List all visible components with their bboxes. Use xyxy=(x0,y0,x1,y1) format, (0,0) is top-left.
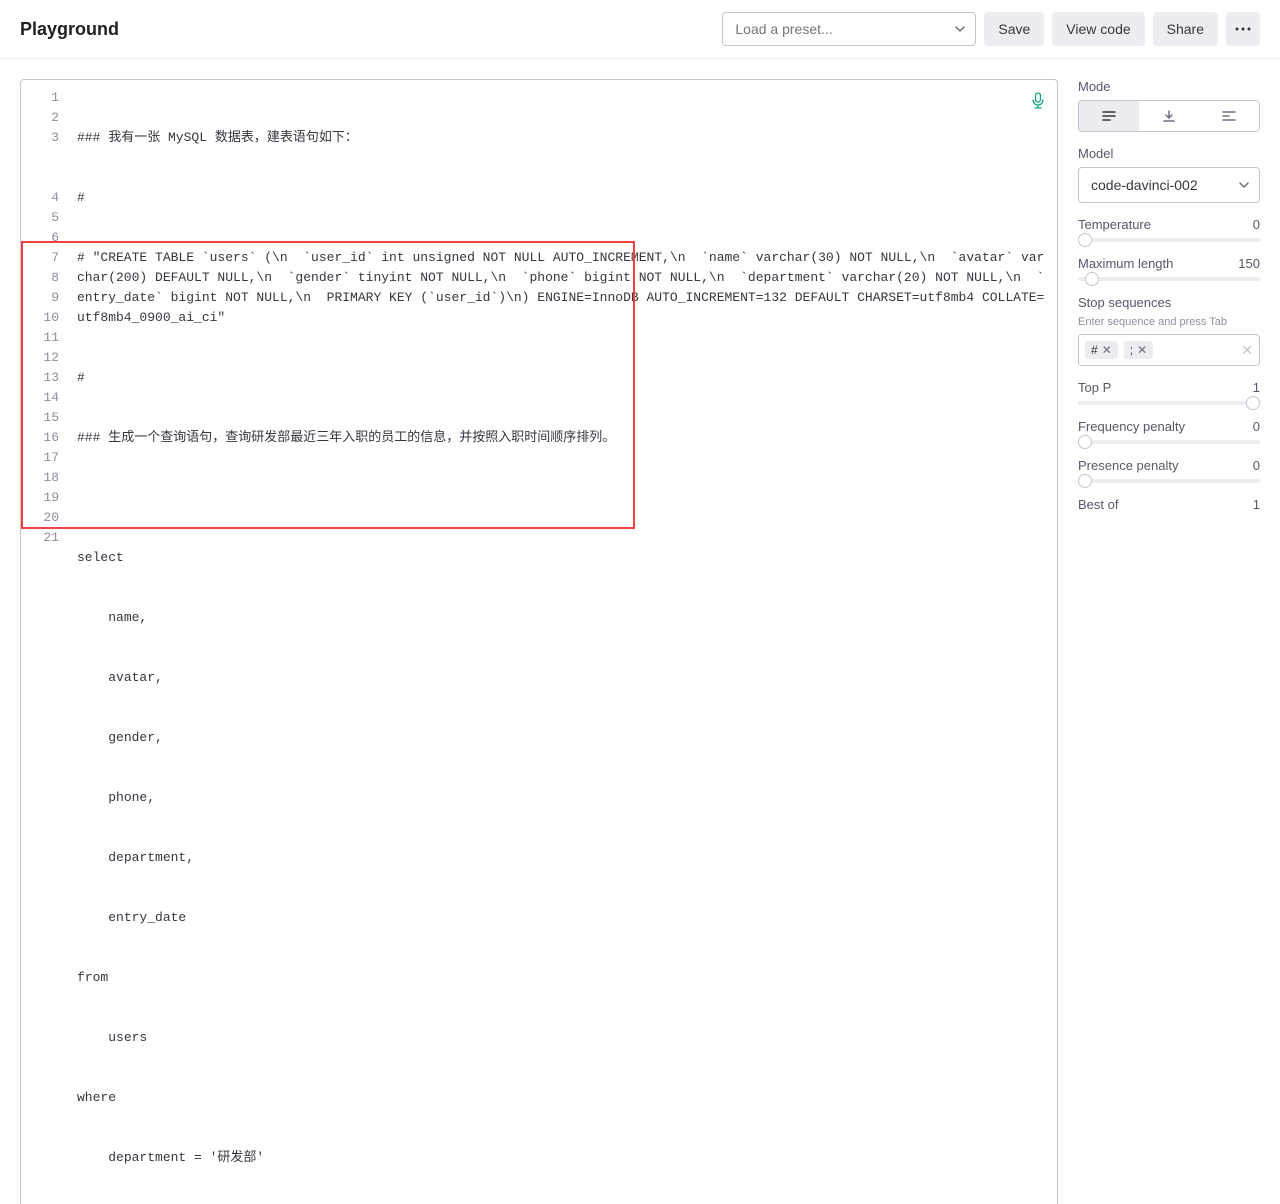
freq-penalty-slider[interactable] xyxy=(1078,440,1260,444)
line-gutter: 1 2 3 4 5 6 7 8 9 10 11 12 13 14 15 16 1 xyxy=(21,80,69,1204)
best-of-value: 1 xyxy=(1253,497,1260,512)
code-line: name, xyxy=(77,608,1049,628)
code-line: where xyxy=(77,1088,1049,1108)
model-label: Model xyxy=(1078,146,1113,161)
sidebar: Mode Model code-davinci-002 Temperature … xyxy=(1078,79,1260,1204)
stop-chip: #✕ xyxy=(1085,341,1118,359)
complete-mode-icon xyxy=(1102,110,1116,122)
code-line: ### 我有一张 MySQL 数据表，建表语句如下： xyxy=(77,128,1049,148)
main: 1 2 3 4 5 6 7 8 9 10 11 12 13 14 15 16 1 xyxy=(0,59,1280,1204)
clear-all-icon[interactable]: ✕ xyxy=(1241,342,1253,359)
code-line: # "CREATE TABLE `users` (\n `user_id` in… xyxy=(77,248,1049,328)
remove-chip-icon[interactable]: ✕ xyxy=(1137,343,1147,357)
code-line xyxy=(77,488,1049,508)
presence-penalty-value: 0 xyxy=(1253,458,1260,473)
model-value[interactable]: code-davinci-002 xyxy=(1078,167,1260,203)
code-line: gender, xyxy=(77,728,1049,748)
code-line: department = '研发部' xyxy=(77,1148,1049,1168)
best-of-label: Best of xyxy=(1078,497,1118,512)
temperature-slider[interactable] xyxy=(1078,238,1260,242)
mode-label: Mode xyxy=(1078,79,1111,94)
top-p-label: Top P xyxy=(1078,380,1111,395)
model-select[interactable]: code-davinci-002 xyxy=(1078,167,1260,203)
top-p-value: 1 xyxy=(1253,380,1260,395)
code-line: select xyxy=(77,548,1049,568)
dots-horizontal-icon xyxy=(1235,27,1251,31)
microphone-icon[interactable] xyxy=(1031,92,1045,110)
preset-select[interactable] xyxy=(722,12,976,46)
header-actions: Save View code Share xyxy=(722,12,1260,46)
top-p-slider[interactable] xyxy=(1078,401,1260,405)
mode-insert[interactable] xyxy=(1139,101,1199,131)
stop-sequences-input[interactable]: #✕ ;✕ ✕ xyxy=(1078,334,1260,366)
code-line: users xyxy=(77,1028,1049,1048)
presence-penalty-slider[interactable] xyxy=(1078,479,1260,483)
insert-mode-icon xyxy=(1162,109,1176,123)
slider-thumb[interactable] xyxy=(1246,396,1260,410)
header: Playground Save View code Share xyxy=(0,0,1280,59)
prompt-editor[interactable]: 1 2 3 4 5 6 7 8 9 10 11 12 13 14 15 16 1 xyxy=(20,79,1058,1204)
edit-mode-icon xyxy=(1222,110,1236,122)
code-line: avatar, xyxy=(77,668,1049,688)
page-title: Playground xyxy=(20,19,119,40)
slider-thumb[interactable] xyxy=(1085,272,1099,286)
code-line: # xyxy=(77,368,1049,388)
freq-penalty-label: Frequency penalty xyxy=(1078,419,1185,434)
share-button[interactable]: Share xyxy=(1153,12,1218,46)
temperature-value: 0 xyxy=(1253,217,1260,232)
preset-input[interactable] xyxy=(722,12,976,46)
freq-penalty-value: 0 xyxy=(1253,419,1260,434)
mode-edit[interactable] xyxy=(1199,101,1259,131)
max-length-label: Maximum length xyxy=(1078,256,1173,271)
save-button[interactable]: Save xyxy=(984,12,1044,46)
code-line: phone, xyxy=(77,788,1049,808)
code-content[interactable]: ### 我有一张 MySQL 数据表，建表语句如下： # # "CREATE T… xyxy=(69,80,1057,1204)
slider-thumb[interactable] xyxy=(1078,474,1092,488)
presence-penalty-label: Presence penalty xyxy=(1078,458,1178,473)
stop-label: Stop sequences xyxy=(1078,295,1171,310)
code-line: entry_date xyxy=(77,908,1049,928)
more-button[interactable] xyxy=(1226,12,1260,46)
editor-column: 1 2 3 4 5 6 7 8 9 10 11 12 13 14 15 16 1 xyxy=(20,79,1058,1204)
code-line: from xyxy=(77,968,1049,988)
stop-sublabel: Enter sequence and press Tab xyxy=(1078,316,1260,328)
code-line: ### 生成一个查询语句，查询研发部最近三年入职的员工的信息，并按照入职时间顺序… xyxy=(77,428,1049,448)
temperature-label: Temperature xyxy=(1078,217,1151,232)
mode-segment xyxy=(1078,100,1260,132)
code-line: department, xyxy=(77,848,1049,868)
code-line: # xyxy=(77,188,1049,208)
mode-complete[interactable] xyxy=(1079,101,1139,131)
max-length-slider[interactable] xyxy=(1078,277,1260,281)
slider-thumb[interactable] xyxy=(1078,435,1092,449)
stop-chip: ;✕ xyxy=(1124,341,1153,359)
remove-chip-icon[interactable]: ✕ xyxy=(1102,343,1112,357)
slider-thumb[interactable] xyxy=(1078,233,1092,247)
view-code-button[interactable]: View code xyxy=(1052,12,1144,46)
max-length-value: 150 xyxy=(1238,256,1260,271)
